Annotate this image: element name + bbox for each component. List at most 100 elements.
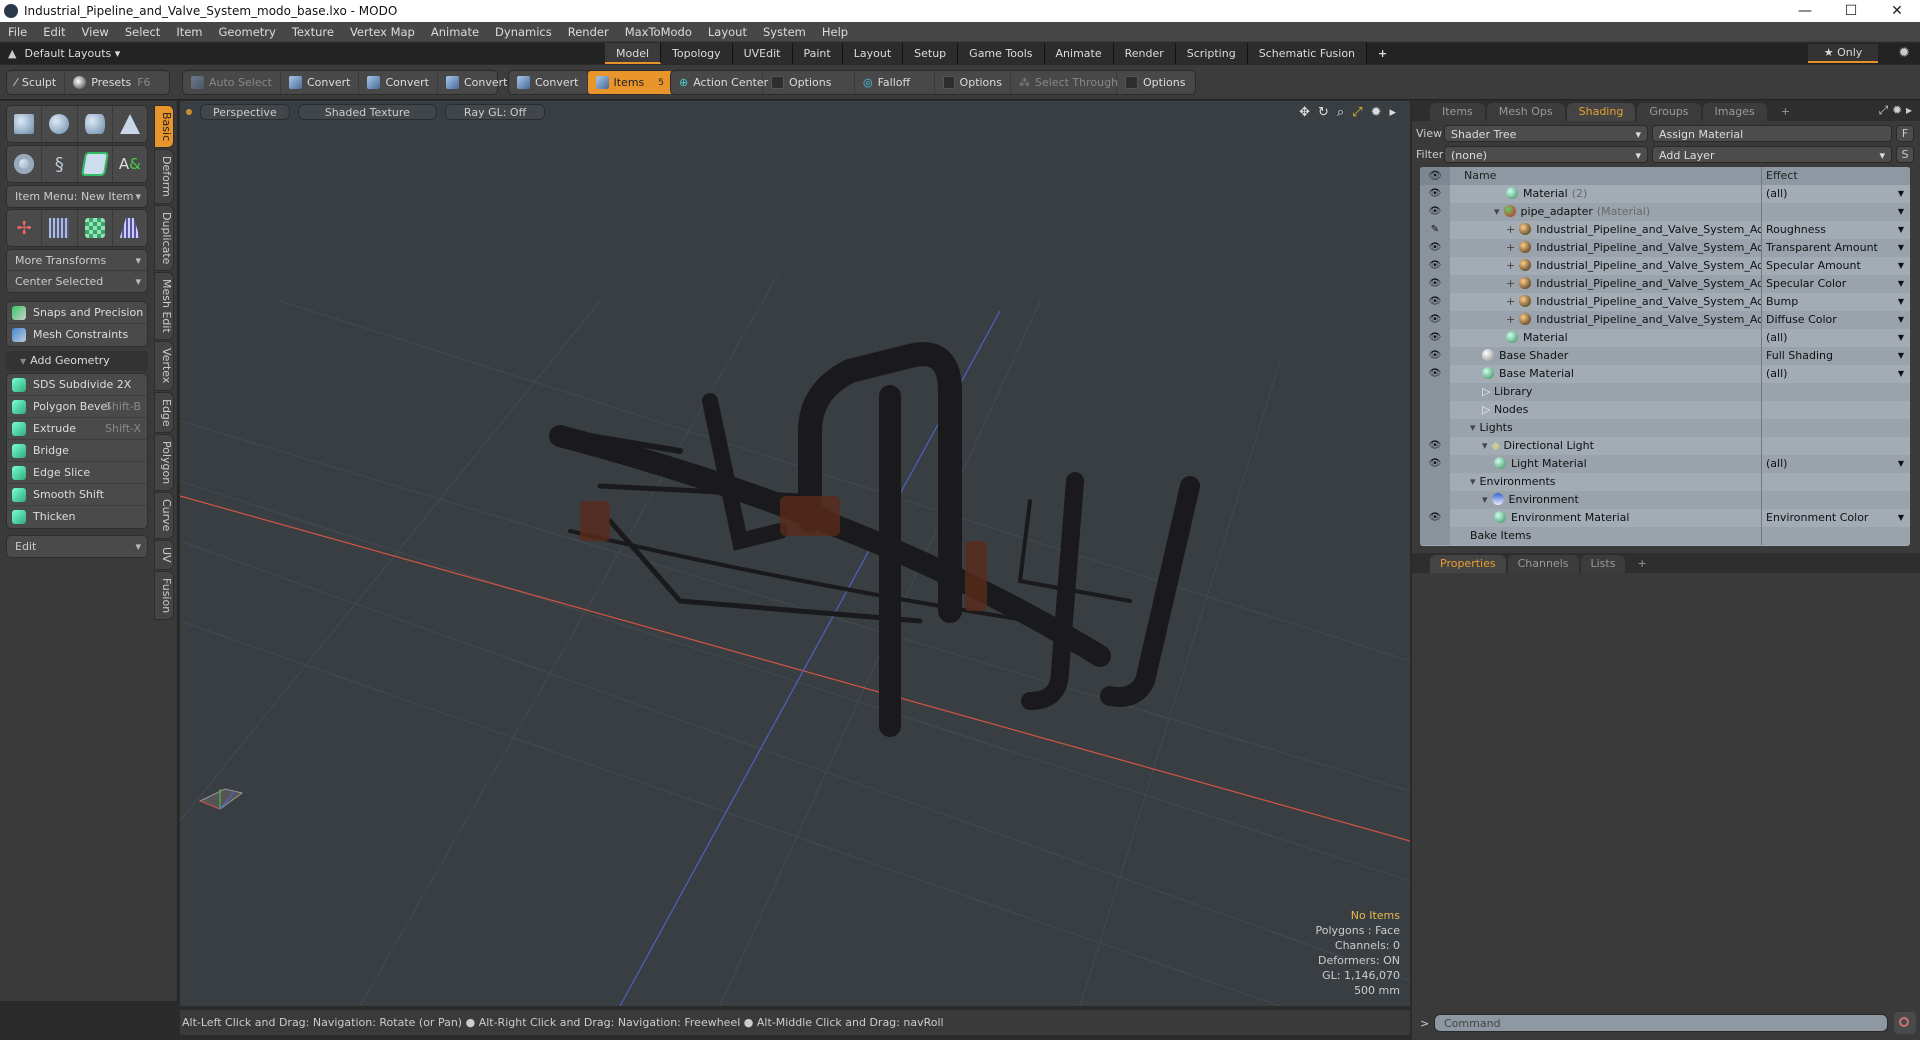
visibility-toggle-icon[interactable]: 👁 xyxy=(1420,257,1450,275)
shading-mode-button[interactable]: Shaded Texture xyxy=(297,104,437,120)
cube-primitive-button[interactable] xyxy=(7,106,43,142)
tab-groups[interactable]: Groups xyxy=(1637,103,1701,121)
shader-tree-row[interactable]: ▷ Library xyxy=(1420,383,1910,401)
visibility-toggle-icon[interactable] xyxy=(1420,419,1450,437)
record-macro-button[interactable] xyxy=(1894,1012,1916,1034)
tool-bridge[interactable]: Bridge xyxy=(7,440,147,462)
shader-tree-row[interactable]: 👁 Base Material (all) xyxy=(1420,365,1910,383)
tool-sds-subdivide-2x[interactable]: SDS Subdivide 2X xyxy=(7,374,147,396)
menu-vertex-map[interactable]: Vertex Map xyxy=(342,25,423,39)
visibility-toggle-icon[interactable]: 👁 xyxy=(1420,239,1450,257)
tab-paint[interactable]: Paint xyxy=(792,43,843,64)
expand-toggle-icon[interactable]: + xyxy=(1506,277,1515,290)
effect-cell[interactable]: Diffuse Color xyxy=(1762,311,1910,329)
visibility-toggle-icon[interactable]: 👁 xyxy=(1420,437,1450,455)
presets-button[interactable]: Presets F6 xyxy=(65,71,158,94)
s-button[interactable]: S xyxy=(1896,146,1914,163)
expand-toggle-icon[interactable]: ▾ xyxy=(1482,493,1488,506)
edit-dropdown[interactable]: Edit xyxy=(7,536,147,557)
3d-viewport[interactable]: Perspective Shaded Texture Ray GL: Off ✥… xyxy=(180,101,1410,1006)
viewport-menu-arrow-icon[interactable]: ▸ xyxy=(1389,105,1396,120)
sculpt-button[interactable]: ⁄ Sculpt xyxy=(7,71,66,94)
minimize-button[interactable]: — xyxy=(1782,0,1828,22)
visibility-toggle-icon[interactable]: 👁 xyxy=(1420,509,1450,527)
falloff-button[interactable]: ◎ Falloff xyxy=(855,71,935,94)
shader-tree-row[interactable]: ▾ Lights xyxy=(1420,419,1910,437)
menu-layout[interactable]: Layout xyxy=(700,25,755,39)
visibility-toggle-icon[interactable] xyxy=(1420,491,1450,509)
tab-setup[interactable]: Setup xyxy=(903,43,959,64)
center-selected-dropdown[interactable]: Center Selected xyxy=(7,271,147,292)
visibility-toggle-icon[interactable]: ✎ xyxy=(1420,221,1450,239)
menu-help[interactable]: Help xyxy=(814,25,856,39)
side-tab-deform[interactable]: Deform xyxy=(154,149,174,205)
falloff-options[interactable]: Options xyxy=(935,71,1011,94)
convert-polygons-button[interactable]: Convert xyxy=(438,71,516,94)
convert-items-button[interactable]: Convert xyxy=(509,71,588,94)
menu-view[interactable]: View xyxy=(74,25,117,39)
visibility-toggle-icon[interactable]: 👁 xyxy=(1420,185,1450,203)
torus-primitive-button[interactable] xyxy=(7,146,43,182)
effect-cell[interactable]: Environment Color xyxy=(1762,509,1910,527)
expand-toggle-icon[interactable]: ▾ xyxy=(1494,205,1500,218)
menu-select[interactable]: Select xyxy=(117,25,168,39)
tab-schematic-fusion[interactable]: Schematic Fusion xyxy=(1247,43,1368,64)
panel-menu-arrow-icon[interactable]: ▸ xyxy=(1906,103,1912,117)
visibility-toggle-icon[interactable]: 👁 xyxy=(1420,455,1450,473)
lattice-tool-button[interactable] xyxy=(42,210,78,246)
shader-tree-row[interactable]: 👁 + Industrial_Pipeline_and_Valve_System_A… xyxy=(1420,239,1910,257)
cylinder-primitive-button[interactable] xyxy=(78,106,113,142)
expand-toggle-icon[interactable]: + xyxy=(1506,313,1515,326)
convert-vertices-button[interactable]: Convert xyxy=(281,71,360,94)
effect-cell[interactable]: (all) xyxy=(1762,365,1910,383)
shader-tree-row[interactable]: ▾ Environment xyxy=(1420,491,1910,509)
panel-gear-icon[interactable]: ✹ xyxy=(1892,103,1902,117)
visibility-toggle-icon[interactable]: 👁 xyxy=(1420,293,1450,311)
effect-cell[interactable]: (all) xyxy=(1762,455,1910,473)
effect-cell[interactable]: (all) xyxy=(1762,185,1910,203)
effect-cell[interactable]: Transparent Amount xyxy=(1762,239,1910,257)
select-through-options[interactable]: Options xyxy=(1117,71,1193,94)
tab-model[interactable]: Model xyxy=(605,43,662,64)
menu-geometry[interactable]: Geometry xyxy=(211,25,284,39)
effect-cell[interactable]: (all) xyxy=(1762,329,1910,347)
visibility-toggle-icon[interactable]: 👁 xyxy=(1420,203,1450,221)
f-button[interactable]: F xyxy=(1896,125,1914,142)
maximize-viewport-icon[interactable]: ⤢ xyxy=(1352,105,1362,120)
shader-tree-row[interactable]: 👁 + Industrial_Pipeline_and_Valve_System_A… xyxy=(1420,275,1910,293)
text-tool-button[interactable]: A& xyxy=(113,146,147,182)
snaps-precision-button[interactable]: Snaps and Precision xyxy=(7,302,147,324)
visibility-toggle-icon[interactable]: 👁 xyxy=(1420,311,1450,329)
menu-edit[interactable]: Edit xyxy=(35,25,73,39)
name-column-header[interactable]: Name xyxy=(1450,167,1762,185)
view-type-button[interactable]: Perspective xyxy=(200,104,290,120)
zoom-icon[interactable]: ⌕ xyxy=(1337,105,1344,120)
capsule-tool-button[interactable]: § xyxy=(42,146,78,182)
tab-layout[interactable]: Layout xyxy=(842,43,904,64)
shader-tree-row[interactable]: ▷ Nodes xyxy=(1420,401,1910,419)
item-menu-dropdown[interactable]: Item Menu: New Item xyxy=(7,186,147,207)
effect-column-header[interactable]: Effect xyxy=(1762,167,1910,185)
tab-game-tools[interactable]: Game Tools xyxy=(958,43,1045,64)
pan-icon[interactable]: ✥ xyxy=(1299,105,1310,120)
effect-cell[interactable]: Specular Amount xyxy=(1762,257,1910,275)
tab-shading[interactable]: Shading xyxy=(1566,103,1636,121)
expand-toggle-icon[interactable]: ▾ xyxy=(1470,421,1476,434)
side-tab-polygon[interactable]: Polygon xyxy=(154,434,174,492)
raygl-button[interactable]: Ray GL: Off xyxy=(444,104,546,120)
close-button[interactable]: ✕ xyxy=(1874,0,1920,22)
expand-toggle-icon[interactable]: ▾ xyxy=(1470,475,1476,488)
sphere-primitive-button[interactable] xyxy=(42,106,78,142)
shader-tree-row[interactable]: ▾ Environments xyxy=(1420,473,1910,491)
filter-dropdown[interactable]: (none) xyxy=(1444,146,1648,164)
menu-system[interactable]: System xyxy=(755,25,814,39)
more-transforms-dropdown[interactable]: More Transforms xyxy=(7,250,147,271)
only-toggle[interactable]: ★ Only xyxy=(1808,44,1878,63)
convert-edges-button[interactable]: Convert xyxy=(359,71,438,94)
transform-tool-button[interactable]: ✢ xyxy=(7,210,43,246)
menu-animate[interactable]: Animate xyxy=(423,25,487,39)
tab-animate[interactable]: Animate xyxy=(1044,43,1114,64)
action-center-button[interactable]: ⊕ Action Center xyxy=(671,71,768,94)
tab-uvedit[interactable]: UVEdit xyxy=(732,43,793,64)
effect-cell[interactable]: Specular Color xyxy=(1762,275,1910,293)
